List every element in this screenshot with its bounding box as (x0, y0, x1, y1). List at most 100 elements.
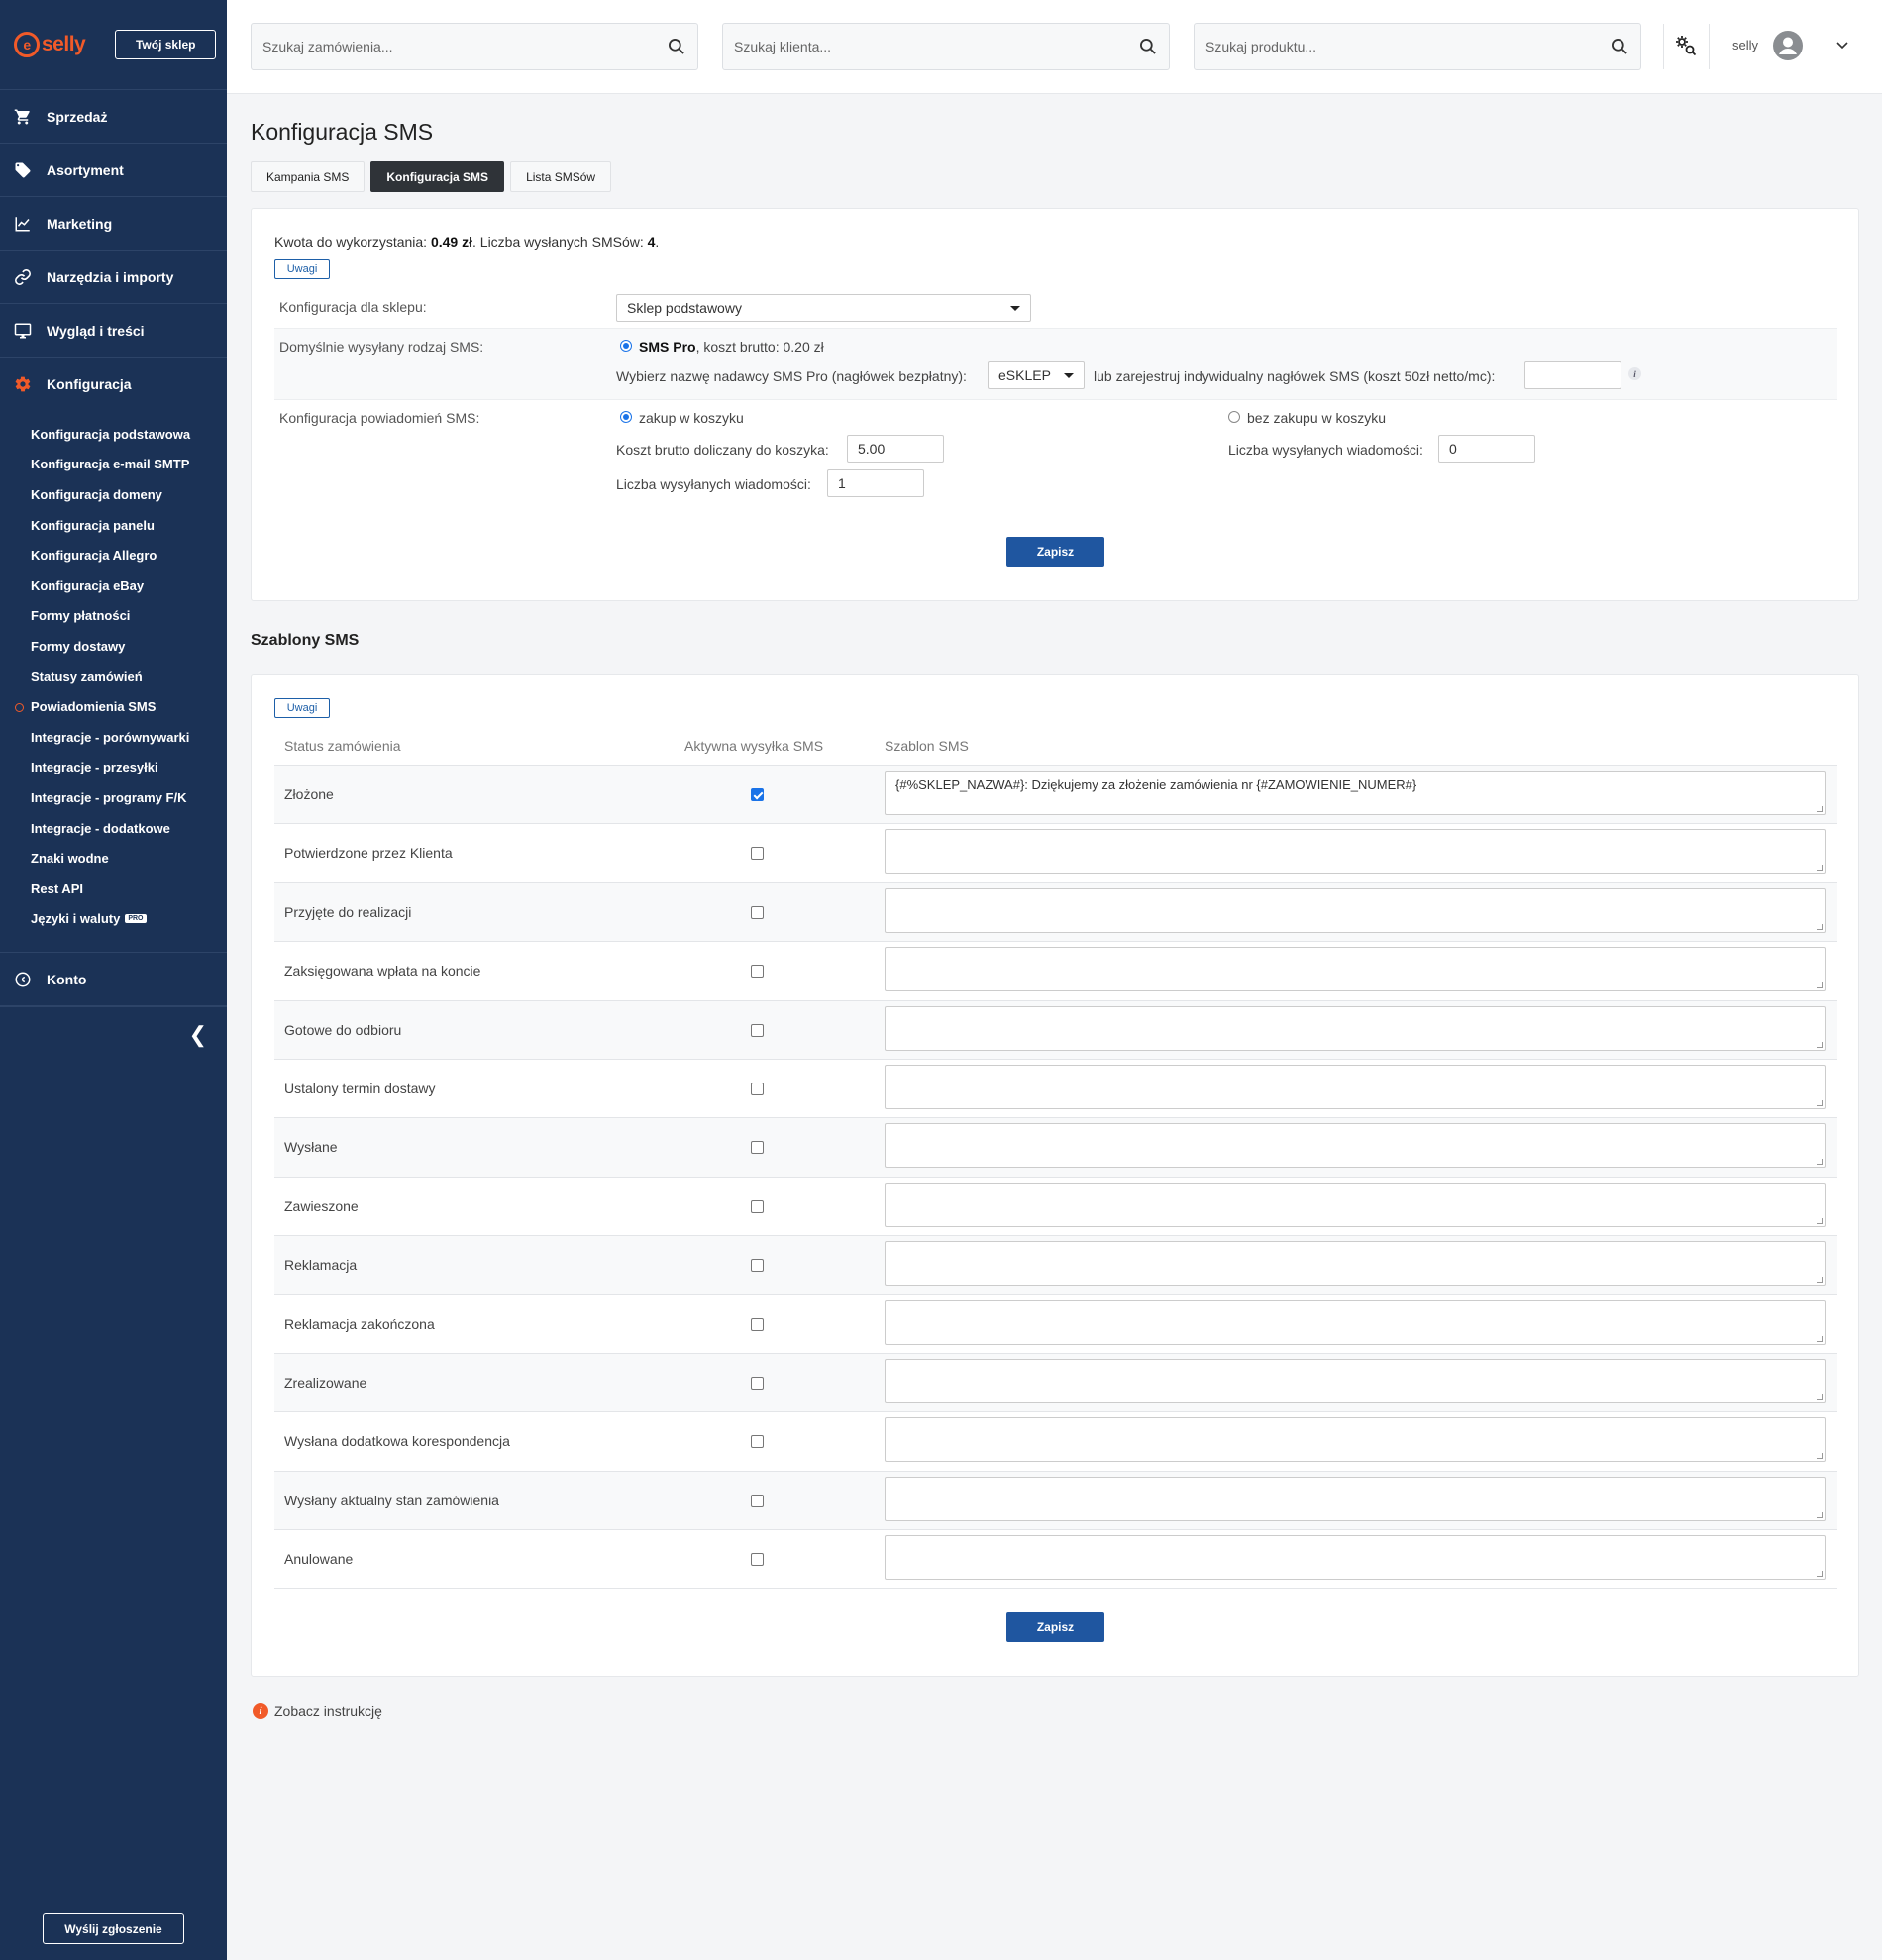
search-clients (722, 23, 1170, 70)
table-row: Wysłany aktualny stan zamówienia (274, 1471, 1837, 1531)
subnav-ebay[interactable]: Konfiguracja eBay (0, 570, 227, 601)
settings-search-icon[interactable] (1674, 34, 1698, 57)
search-products-input[interactable] (1205, 39, 1610, 54)
template-textarea[interactable] (885, 829, 1826, 875)
tab-sms-campaign[interactable]: Kampania SMS (251, 161, 366, 192)
sidebar-item-appearance[interactable]: Wygląd i treści (0, 304, 227, 358)
active-checkbox[interactable] (751, 1494, 764, 1507)
subnav-panel[interactable]: Konfiguracja panelu (0, 510, 227, 541)
subnav-allegro[interactable]: Konfiguracja Allegro (0, 540, 227, 570)
row-status: Zrealizowane (284, 1374, 367, 1391)
template-textarea[interactable] (885, 1476, 1826, 1521)
subnav-rest-api[interactable]: Rest API (0, 874, 227, 904)
subnav-delivery[interactable]: Formy dostawy (0, 631, 227, 662)
sidebar-item-configuration[interactable]: Konfiguracja (0, 358, 227, 411)
template-textarea[interactable] (885, 1535, 1826, 1581)
active-checkbox[interactable] (751, 1082, 764, 1095)
subnav-watermarks[interactable]: Znaki wodne (0, 843, 227, 874)
templates-notes-button[interactable]: Uwagi (274, 698, 330, 718)
active-checkbox[interactable] (751, 788, 764, 801)
active-checkbox[interactable] (751, 1199, 764, 1213)
instructions-link[interactable]: i Zobacz instrukcję (253, 1703, 382, 1719)
info-icon[interactable]: i (1628, 367, 1641, 380)
subnav-languages[interactable]: Języki i waluty PRO (0, 904, 227, 935)
search-icon[interactable] (667, 37, 686, 56)
selly-logo[interactable]: e selly (14, 32, 86, 57)
subnav-integrations-shipping[interactable]: Integracje - przesyłki (0, 753, 227, 783)
subnav-domain[interactable]: Konfiguracja domeny (0, 479, 227, 510)
table-row: Anulowane (274, 1530, 1837, 1590)
subnav-sms-notifications[interactable]: Powiadomienia SMS (0, 691, 227, 722)
search-icon[interactable] (1138, 37, 1158, 56)
sidebar-item-label: Asortyment (47, 161, 124, 178)
template-textarea[interactable] (885, 947, 1826, 992)
active-checkbox[interactable] (751, 1317, 764, 1331)
custom-header-input[interactable] (1524, 361, 1621, 389)
user-name[interactable]: selly (1732, 38, 1758, 52)
subnav-integrations-additional[interactable]: Integracje - dodatkowe (0, 813, 227, 844)
search-clients-input[interactable] (734, 39, 1138, 54)
search-orders-input[interactable] (262, 39, 667, 54)
send-report-button[interactable]: Wyślij zgłoszenie (43, 1913, 184, 1944)
template-textarea[interactable] (885, 1005, 1826, 1051)
sms-pro-radio[interactable] (620, 340, 632, 352)
template-textarea[interactable] (885, 1241, 1826, 1287)
template-textarea[interactable] (885, 1064, 1826, 1109)
sidebar-item-sales[interactable]: Sprzedaż (0, 90, 227, 144)
sidebar-item-assortment[interactable]: Asortyment (0, 144, 227, 197)
subnav-payments[interactable]: Formy płatności (0, 601, 227, 632)
active-checkbox[interactable] (751, 1376, 764, 1390)
sender-select-value: eSKLEP (998, 367, 1051, 383)
template-textarea[interactable] (885, 887, 1826, 933)
template-textarea[interactable] (885, 1182, 1826, 1227)
table-row: Ustalony termin dostawy (274, 1060, 1837, 1119)
default-sms-type-row: Domyślnie wysyłany rodzaj SMS: SMS Pro, … (274, 328, 1837, 400)
template-textarea[interactable] (885, 1417, 1826, 1463)
active-checkbox[interactable] (751, 965, 764, 979)
save-config-button[interactable]: Zapisz (1006, 537, 1104, 567)
template-textarea[interactable] (885, 1299, 1826, 1345)
count-label-b: Liczba wysyłanych wiadomości: (1228, 442, 1423, 458)
sidebar-item-marketing[interactable]: Marketing (0, 197, 227, 251)
active-checkbox[interactable] (751, 1435, 764, 1449)
active-checkbox[interactable] (751, 1141, 764, 1155)
avatar-icon[interactable] (1773, 31, 1803, 60)
collapse-sidebar-icon[interactable]: ❮ (0, 1006, 227, 1062)
template-textarea[interactable] (885, 1123, 1826, 1169)
tab-sms-list[interactable]: Lista SMSów (510, 161, 612, 192)
no-purchase-radio[interactable] (1228, 411, 1240, 423)
info-icon: i (253, 1703, 268, 1719)
divider (1663, 24, 1664, 69)
search-icon[interactable] (1610, 37, 1629, 56)
purchase-radio[interactable] (620, 411, 632, 423)
instructions-label: Zobacz instrukcję (274, 1703, 382, 1719)
your-shop-button[interactable]: Twój sklep (115, 30, 217, 59)
sidebar-item-tools[interactable]: Narzędzia i importy (0, 251, 227, 304)
active-checkbox[interactable] (751, 847, 764, 861)
subnav-integrations-comparison[interactable]: Integracje - porównywarki (0, 722, 227, 753)
cost-input[interactable]: 5.00 (847, 435, 944, 463)
subnav-basic-config[interactable]: Konfiguracja podstawowa (0, 419, 227, 450)
template-textarea[interactable] (885, 1358, 1826, 1403)
subnav-email-smtp[interactable]: Konfiguracja e-mail SMTP (0, 450, 227, 480)
active-checkbox[interactable] (751, 1553, 764, 1567)
usage-mid: . Liczba wysłanych SMSów: (472, 234, 648, 250)
count-input-b[interactable]: 0 (1438, 435, 1535, 463)
shop-select[interactable]: Sklep podstawowy (616, 294, 1031, 322)
count-input[interactable]: 1 (827, 469, 924, 497)
active-checkbox[interactable] (751, 1023, 764, 1037)
save-templates-button[interactable]: Zapisz (1006, 1612, 1104, 1642)
template-textarea[interactable]: {#%SKLEP_NAZWA#}: Dziękujemy za złożenie… (885, 771, 1826, 815)
header-template: Szablon SMS (885, 738, 969, 754)
sender-select[interactable]: eSKLEP (988, 361, 1085, 389)
row-status: Wysłane (284, 1139, 338, 1156)
chevron-down-icon[interactable] (1835, 38, 1849, 52)
subnav-integrations-fk[interactable]: Integracje - programy F/K (0, 782, 227, 813)
notes-button[interactable]: Uwagi (274, 259, 330, 279)
tab-sms-config[interactable]: Konfiguracja SMS (370, 161, 505, 192)
active-checkbox[interactable] (751, 905, 764, 919)
active-checkbox[interactable] (751, 1259, 764, 1273)
sidebar-item-account[interactable]: Konto (0, 953, 227, 1007)
chart-icon (14, 215, 32, 233)
subnav-order-statuses[interactable]: Statusy zamówień (0, 662, 227, 692)
